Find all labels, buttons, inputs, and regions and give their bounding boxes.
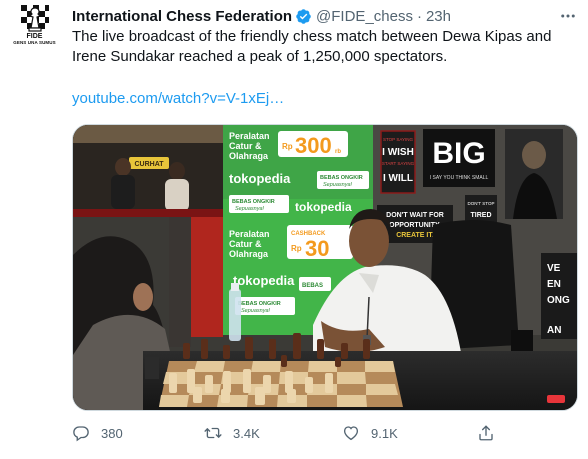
poster-wish-line-2: I WISH [382,147,414,158]
poster-right-line-4: AN [547,325,561,336]
tweet-header: International Chess Federation @FIDE_che… [72,6,451,26]
banner-price-1: 300 [295,133,332,158]
verified-badge-icon [296,8,311,24]
banner-sepuasnya-2: Sepuasnya! [235,206,265,212]
reply-button[interactable]: 380 [72,423,123,443]
retweet-icon [204,427,222,439]
banner-bebas-3: BEBAS [302,283,323,289]
tweet-text: The live broadcast of the friendly chess… [72,28,552,65]
avatar-org-label: FIDE [26,33,43,40]
banner-sepuasnya-1: Sepuasnya! [323,182,353,188]
banner-olahraga-1: Olahraga [229,151,269,161]
poster-right-line-2: EN [547,279,561,290]
poster-wait-line-1: DON'T WAIT FOR [386,212,444,219]
banner-olahraga-2: Olahraga [229,249,269,259]
poster-right-line-1: VE [547,263,561,274]
poster-wish-line-1: STOP SAYING [383,137,414,142]
poster-big-text: BIG [432,137,485,170]
media-card[interactable]: CURHAT Peralatan Catur & Olahraga Rp 300… [72,124,578,411]
poster-wish-line-4: I WILL [383,173,413,184]
more-options-icon[interactable] [558,6,578,26]
reply-icon [73,426,89,442]
banner-catur-2: Catur & [229,239,262,249]
avatar-motto: GENS UNA SUMUS [13,40,56,45]
water-bottle [229,289,241,341]
poster-wish-line-3: START SAYING [382,161,415,166]
author-name[interactable]: International Chess Federation [72,8,292,25]
like-count: 9.1K [371,425,398,441]
poster-big-subtext: I SAY YOU THINK SMALL [430,175,489,181]
banner-catur-1: Catur & [229,141,262,151]
retweet-button[interactable]: 3.4K [204,423,260,443]
tweet-timestamp[interactable]: 23h [426,8,451,25]
heart-icon [343,426,359,441]
banner-rb: rb [335,149,341,155]
like-button[interactable]: 9.1K [342,423,398,443]
share-icon [479,425,493,441]
banner-peralatan-1: Peralatan [229,131,270,141]
author-avatar[interactable]: FIDE GENS UNA SUMUS [10,4,59,53]
youtube-logo-icon [547,395,565,403]
studio-sign-text: CURHAT [134,161,164,168]
banner-rp-1: Rp [282,142,293,151]
author-handle[interactable]: @FIDE_chess [316,8,413,25]
banner-bebas-4: BEBAS ONGKIR [238,301,281,307]
banner-bebas-1: BEBAS ONGKIR [320,175,363,181]
banner-peralatan-2: Peralatan [229,229,270,239]
separator-dot: · [416,7,422,25]
banner-rp-2: Rp [291,244,302,253]
banner-bebas-2: BEBAS ONGKIR [232,199,275,205]
share-button[interactable] [477,423,506,443]
poster-right-line-3: ONG [547,295,570,306]
retweet-count: 3.4K [233,425,260,441]
banner-tokopedia-2: tokopedia [295,200,352,214]
poster-stop-line-2: TIRED [471,212,492,219]
poster-wait-line-3: CREATE IT. [396,232,434,239]
banner-sepuasnya-4: Sepuasnya! [241,308,271,314]
fide-logo-icon [20,5,49,32]
banner-tokopedia-3: tokopedia [233,273,295,288]
banner-tokopedia-1: tokopedia [229,171,291,186]
tweet-link[interactable]: youtube.com/watch?v=V-1xEj… [72,89,284,109]
reply-count: 380 [101,425,123,441]
banner-price-2: 30 [305,236,329,261]
poster-stop-line-1: DON'T STOP [468,201,495,206]
video-thumbnail[interactable]: CURHAT Peralatan Catur & Olahraga Rp 300… [73,125,577,410]
tweet-actions: 380 3.4K 9.1K [72,423,502,443]
